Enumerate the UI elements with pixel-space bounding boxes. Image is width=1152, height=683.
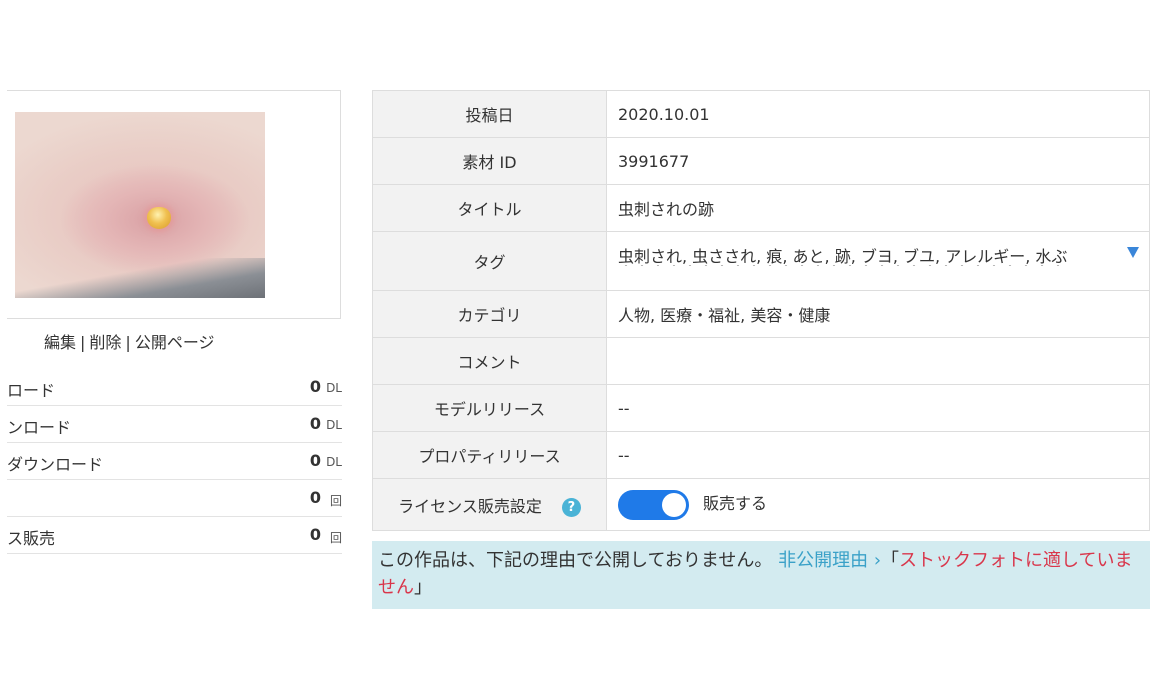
unpublished-reason-link[interactable]: 非公開理由 › xyxy=(778,550,881,571)
detail-row-posted-date: 投稿日 2020.10.01 xyxy=(372,90,1150,138)
stat-unit: 回 xyxy=(329,494,342,508)
material-thumbnail[interactable] xyxy=(15,112,265,298)
material-id-value: 3991677 xyxy=(606,137,1150,185)
unpublished-notice: この作品は、下記の理由で公開しておりません。 非公開理由 ›「ストックフォトに適… xyxy=(372,541,1150,609)
stat-value: 0 xyxy=(309,414,321,433)
delete-link[interactable]: 削除 xyxy=(89,333,121,352)
row-header: 素材 ID xyxy=(372,137,607,185)
public-page-link[interactable]: 公開ページ xyxy=(135,333,215,352)
row-header: 投稿日 xyxy=(372,90,607,138)
title-value: 虫刺されの跡 xyxy=(606,184,1150,232)
detail-row-title: タイトル 虫刺されの跡 xyxy=(372,184,1150,232)
category-value: 人物, 医療・福祉, 美容・健康 xyxy=(606,290,1150,338)
tags-overflow: ・・・・・・・・・・・・・・・・・・・・・・・・・・・・ xyxy=(618,265,1148,273)
stat-row: ダウンロード 0 DL xyxy=(7,443,342,480)
open-quote: 「 xyxy=(881,550,900,571)
stat-row: ス販売 0 回 xyxy=(7,517,342,554)
model-release-value: -- xyxy=(606,384,1150,432)
stat-value: 0 xyxy=(309,525,321,544)
stat-unit: DL xyxy=(326,418,342,432)
detail-row-tags: タグ 虫刺され, 虫さされ, 痕, あと, 跡, ブヨ, ブユ, アレルギー, … xyxy=(372,231,1150,291)
row-header: タイトル xyxy=(372,184,607,232)
thumbnail-frame xyxy=(7,90,341,319)
close-quote: 」 xyxy=(414,577,432,598)
stat-label: ロード xyxy=(7,381,56,400)
stat-row: 0 回 xyxy=(7,480,342,517)
stat-value: 0 xyxy=(309,451,321,470)
detail-row-license: ライセンス販売設定? 販売する xyxy=(372,478,1150,531)
row-header: ライセンス販売設定? xyxy=(372,478,607,531)
notice-text: この作品は、下記の理由で公開しておりません。 xyxy=(378,550,773,571)
row-header: モデルリリース xyxy=(372,384,607,432)
stat-row: ンロード 0 DL xyxy=(7,406,342,443)
row-header: タグ xyxy=(372,231,607,291)
row-header: カテゴリ xyxy=(372,290,607,338)
expand-tags-icon[interactable] xyxy=(1127,247,1139,258)
material-detail-table: 投稿日 2020.10.01 素材 ID 3991677 タイトル 虫刺されの跡… xyxy=(372,90,1150,531)
detail-row-model-release: モデルリリース -- xyxy=(372,384,1150,432)
comment-value xyxy=(606,337,1150,385)
toggle-knob xyxy=(662,492,686,517)
blister-mark xyxy=(147,207,171,229)
tags-text: 虫刺され, 虫さされ, 痕, あと, 跡, ブヨ, ブユ, アレルギー, 水ぶ xyxy=(618,247,1068,265)
separator: | xyxy=(125,333,131,352)
stat-value: 0 xyxy=(309,488,321,507)
row-header: プロパティリリース xyxy=(372,431,607,479)
stat-label: ダウンロード xyxy=(7,455,104,474)
help-icon[interactable]: ? xyxy=(561,497,581,517)
tags-value: 虫刺され, 虫さされ, 痕, あと, 跡, ブヨ, ブユ, アレルギー, 水ぶ … xyxy=(606,231,1150,291)
detail-row-comment: コメント xyxy=(372,337,1150,385)
stat-unit: DL xyxy=(326,381,342,395)
edit-link[interactable]: 編集 xyxy=(44,333,76,352)
thumbnail-shadow xyxy=(15,258,265,298)
detail-row-property-release: プロパティリリース -- xyxy=(372,431,1150,479)
detail-row-material-id: 素材 ID 3991677 xyxy=(372,137,1150,185)
stat-unit: 回 xyxy=(329,531,342,545)
detail-row-category: カテゴリ 人物, 医療・福祉, 美容・健康 xyxy=(372,290,1150,338)
download-stats: ロード 0 DL ンロード 0 DL ダウンロード 0 DL 0 回 ス販売 0… xyxy=(7,369,342,554)
stat-value: 0 xyxy=(309,377,321,396)
license-value: 販売する xyxy=(606,478,1150,531)
property-release-value: -- xyxy=(606,431,1150,479)
posted-date-value: 2020.10.01 xyxy=(606,90,1150,138)
toggle-label: 販売する xyxy=(703,493,768,513)
row-header: コメント xyxy=(372,337,607,385)
separator: | xyxy=(80,333,86,352)
stat-unit: DL xyxy=(326,455,342,469)
license-sale-toggle[interactable] xyxy=(618,489,689,520)
license-label: ライセンス販売設定 xyxy=(398,496,542,516)
stat-label: ンロード xyxy=(7,418,72,437)
stat-label: ス販売 xyxy=(7,529,56,548)
material-actions: 編集 | 削除 | 公開ページ xyxy=(44,329,215,353)
stat-row: ロード 0 DL xyxy=(7,369,342,406)
